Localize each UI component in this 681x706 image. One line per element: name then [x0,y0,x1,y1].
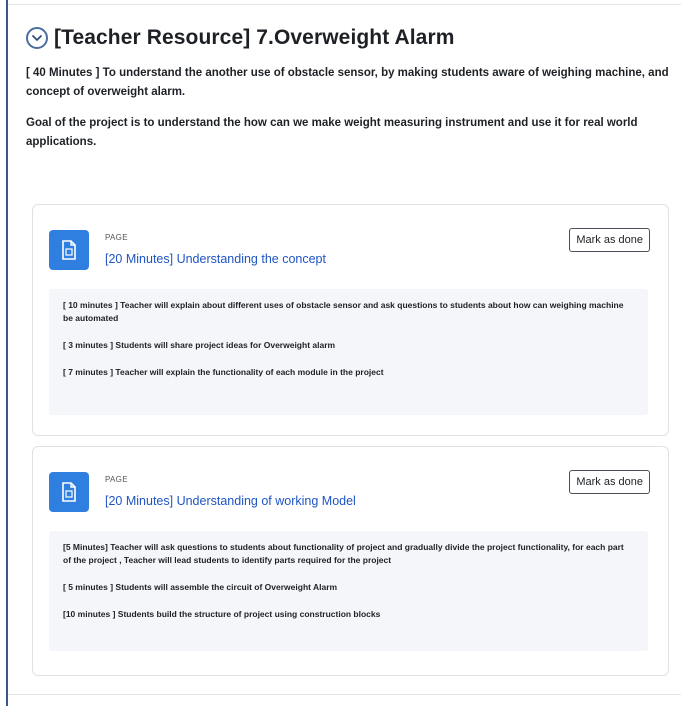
description-line: [ 5 minutes ] Students will assemble the… [63,582,338,592]
activity-title-link[interactable]: [20 Minutes] Understanding the concept [105,252,326,266]
description-line: [ 10 minutes ] Teacher will explain abou… [63,300,624,323]
description-line: [10 minutes ] Students build the structu… [63,609,381,619]
summary-paragraph: Goal of the project is to understand the… [26,117,638,148]
page-icon [49,230,89,270]
bottom-divider [8,694,681,695]
activity-description: [ 10 minutes ] Teacher will explain abou… [49,289,648,415]
summary-paragraph: [ 40 Minutes ] To understand the another… [26,67,669,98]
course-section: [Teacher Resource] 7.Overweight Alarm [ … [26,26,670,164]
page-document-icon [62,240,76,260]
mark-as-done-button[interactable]: Mark as done [569,228,650,252]
section-title: [Teacher Resource] 7.Overweight Alarm [54,26,455,49]
mark-as-done-button[interactable]: Mark as done [569,470,650,494]
activity-type-label: PAGE [105,475,128,484]
activity-type-label: PAGE [105,233,128,242]
section-collapse-button[interactable] [26,27,48,49]
page-document-icon [62,482,76,502]
page-icon [49,472,89,512]
course-index-divider [6,0,8,706]
description-line: [ 3 minutes ] Students will share projec… [63,340,336,350]
chevron-down-icon [32,35,42,41]
section-header: [Teacher Resource] 7.Overweight Alarm [26,26,670,50]
top-divider [8,4,681,5]
activity-description: [5 Minutes] Teacher will ask questions t… [49,531,648,651]
description-line: [5 Minutes] Teacher will ask questions t… [63,542,624,565]
activity-title-link[interactable]: [20 Minutes] Understanding of working Mo… [105,494,356,508]
description-line: [ 7 minutes ] Teacher will explain the f… [63,367,384,377]
activity-card: PAGE [20 Minutes] Understanding the conc… [32,204,669,436]
activity-card: PAGE [20 Minutes] Understanding of worki… [32,446,669,676]
section-summary: [ 40 Minutes ] To understand the another… [26,64,670,152]
